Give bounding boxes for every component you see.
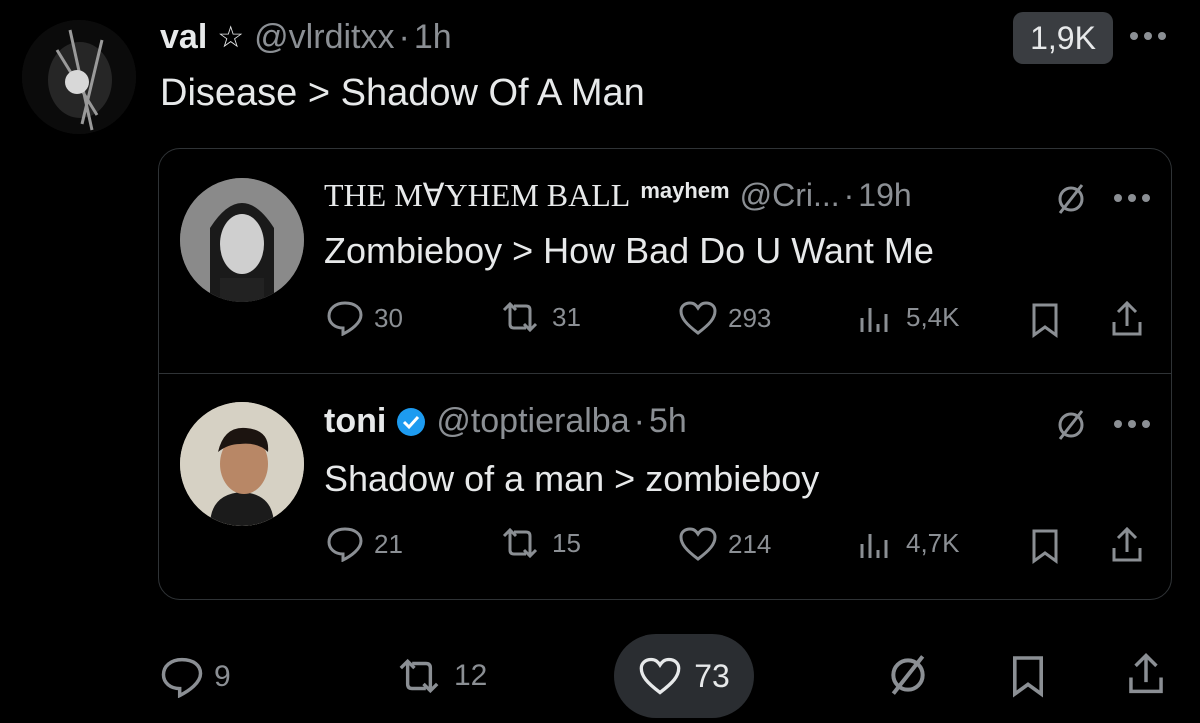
more-options-icon[interactable]	[1128, 30, 1168, 42]
repost-count: 12	[454, 659, 488, 692]
quoted-author-handle[interactable]: @Cri...	[740, 177, 840, 214]
more-options-icon[interactable]	[1112, 418, 1152, 430]
author-handle[interactable]: @vlrditxx	[254, 18, 394, 57]
post-text: Disease > Shadow Of A Man	[160, 72, 645, 114]
quoted-post-text: Shadow of a man > zombieboy	[324, 458, 820, 499]
like-button[interactable]: 214	[678, 526, 771, 562]
views-button[interactable]: 5,4K	[856, 300, 960, 334]
quoted-post-time[interactable]: 19h	[858, 177, 911, 214]
separator-dot: ·	[843, 177, 855, 213]
quoted-author-handle[interactable]: @toptieralba	[436, 402, 629, 441]
grok-icon[interactable]	[1056, 182, 1086, 216]
views-count: 5,4K	[906, 301, 960, 332]
grok-icon[interactable]	[1056, 408, 1086, 442]
quoted-post-time[interactable]: 5h	[649, 402, 687, 441]
separator-dot: ·	[398, 18, 410, 56]
bookmark-icon[interactable]	[1030, 528, 1060, 564]
views-button[interactable]: 4,7K	[856, 526, 960, 560]
reply-button[interactable]: 30	[326, 300, 403, 336]
like-count: 73	[694, 657, 730, 694]
author-name[interactable]: val	[160, 18, 207, 57]
reply-count: 21	[374, 528, 403, 559]
share-icon[interactable]	[1110, 300, 1144, 338]
star-icon: ☆	[217, 21, 245, 54]
repost-count: 31	[552, 301, 581, 332]
bookmark-icon[interactable]	[1010, 654, 1046, 698]
grok-icon[interactable]	[888, 652, 928, 698]
repost-count: 15	[552, 527, 581, 558]
quoted-author-suffix: mayhem	[640, 178, 730, 203]
reply-count: 9	[214, 660, 231, 693]
more-options-icon[interactable]	[1112, 192, 1152, 204]
reply-button[interactable]: 9	[160, 656, 231, 698]
verified-badge-icon	[396, 407, 426, 437]
share-icon[interactable]	[1126, 652, 1166, 696]
repost-button[interactable]: 15	[498, 526, 581, 560]
like-count: 214	[728, 528, 772, 559]
avatar-toni[interactable]	[180, 402, 304, 526]
thread-divider	[158, 373, 1172, 374]
repost-button[interactable]: 31	[498, 300, 581, 334]
bookmark-icon[interactable]	[1030, 302, 1060, 338]
post-time[interactable]: 1h	[414, 18, 452, 57]
separator-dot: ·	[633, 402, 645, 440]
avatar-val[interactable]	[22, 20, 136, 134]
quoted-author-name[interactable]: toni	[324, 402, 386, 441]
reply-count: 30	[374, 302, 403, 333]
views-count: 4,7K	[906, 527, 960, 558]
quoted-author-name[interactable]: THE M∀YHEM BALL	[324, 176, 630, 214]
quoted-post-text: Zombieboy > How Bad Do U Want Me	[324, 230, 934, 271]
like-count: 293	[728, 302, 772, 333]
reply-button[interactable]: 21	[326, 526, 403, 562]
like-button[interactable]: 293	[678, 300, 771, 336]
quoted-thread-card[interactable]	[158, 148, 1172, 600]
like-button[interactable]: 73	[614, 634, 754, 718]
views-badge: 1,9K	[1013, 12, 1113, 64]
avatar-mayhem[interactable]	[180, 178, 304, 302]
share-icon[interactable]	[1110, 526, 1144, 564]
repost-button[interactable]: 12	[394, 656, 487, 696]
